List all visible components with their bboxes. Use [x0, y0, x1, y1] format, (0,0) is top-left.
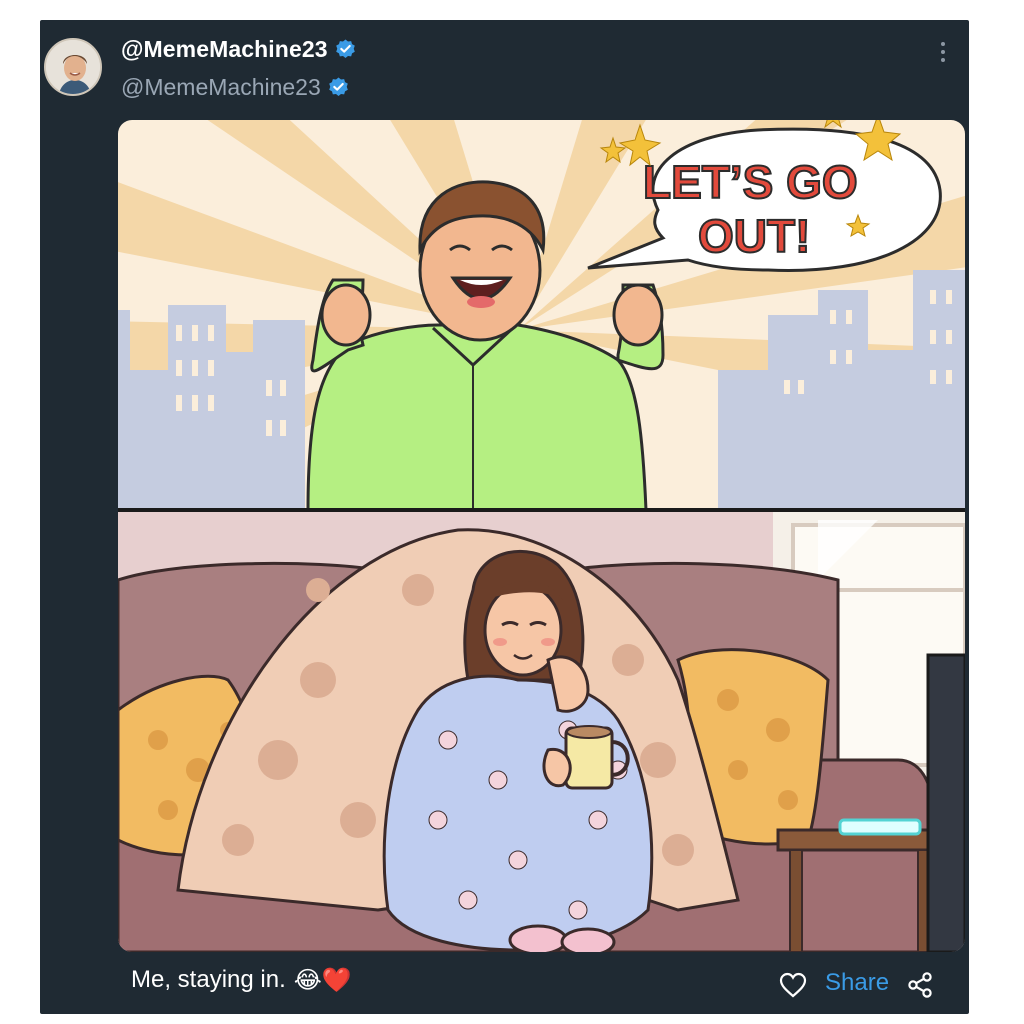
caption-emoji: 😂❤️ [293, 966, 352, 994]
post-caption: Me, staying in. 😂❤️ [131, 966, 352, 994]
heart-outline-icon[interactable] [778, 970, 808, 1000]
caption-text: Me, staying in. [131, 966, 286, 993]
more-vertical-icon[interactable] [933, 38, 953, 66]
meme-top-panel: LET’S GO OUT! [118, 120, 965, 513]
display-name[interactable]: @MemeMachine23 [121, 36, 328, 63]
user-handle[interactable]: @MemeMachine23 [121, 74, 321, 101]
meme-bottom-panel [118, 512, 965, 952]
verified-badge-icon [328, 77, 348, 97]
avatar[interactable] [44, 38, 102, 96]
handle-row[interactable]: @MemeMachine23 [121, 74, 350, 101]
verified-badge-icon [335, 39, 355, 59]
display-name-row[interactable]: @MemeMachine23 [121, 36, 357, 63]
speech-line-1: LET’S GO [643, 156, 858, 208]
post-media-meme[interactable]: LET’S GO OUT! [118, 120, 965, 952]
share-button[interactable]: Share [825, 969, 889, 997]
share-nodes-icon[interactable] [905, 970, 935, 1000]
speech-line-2: OUT! [698, 210, 810, 262]
